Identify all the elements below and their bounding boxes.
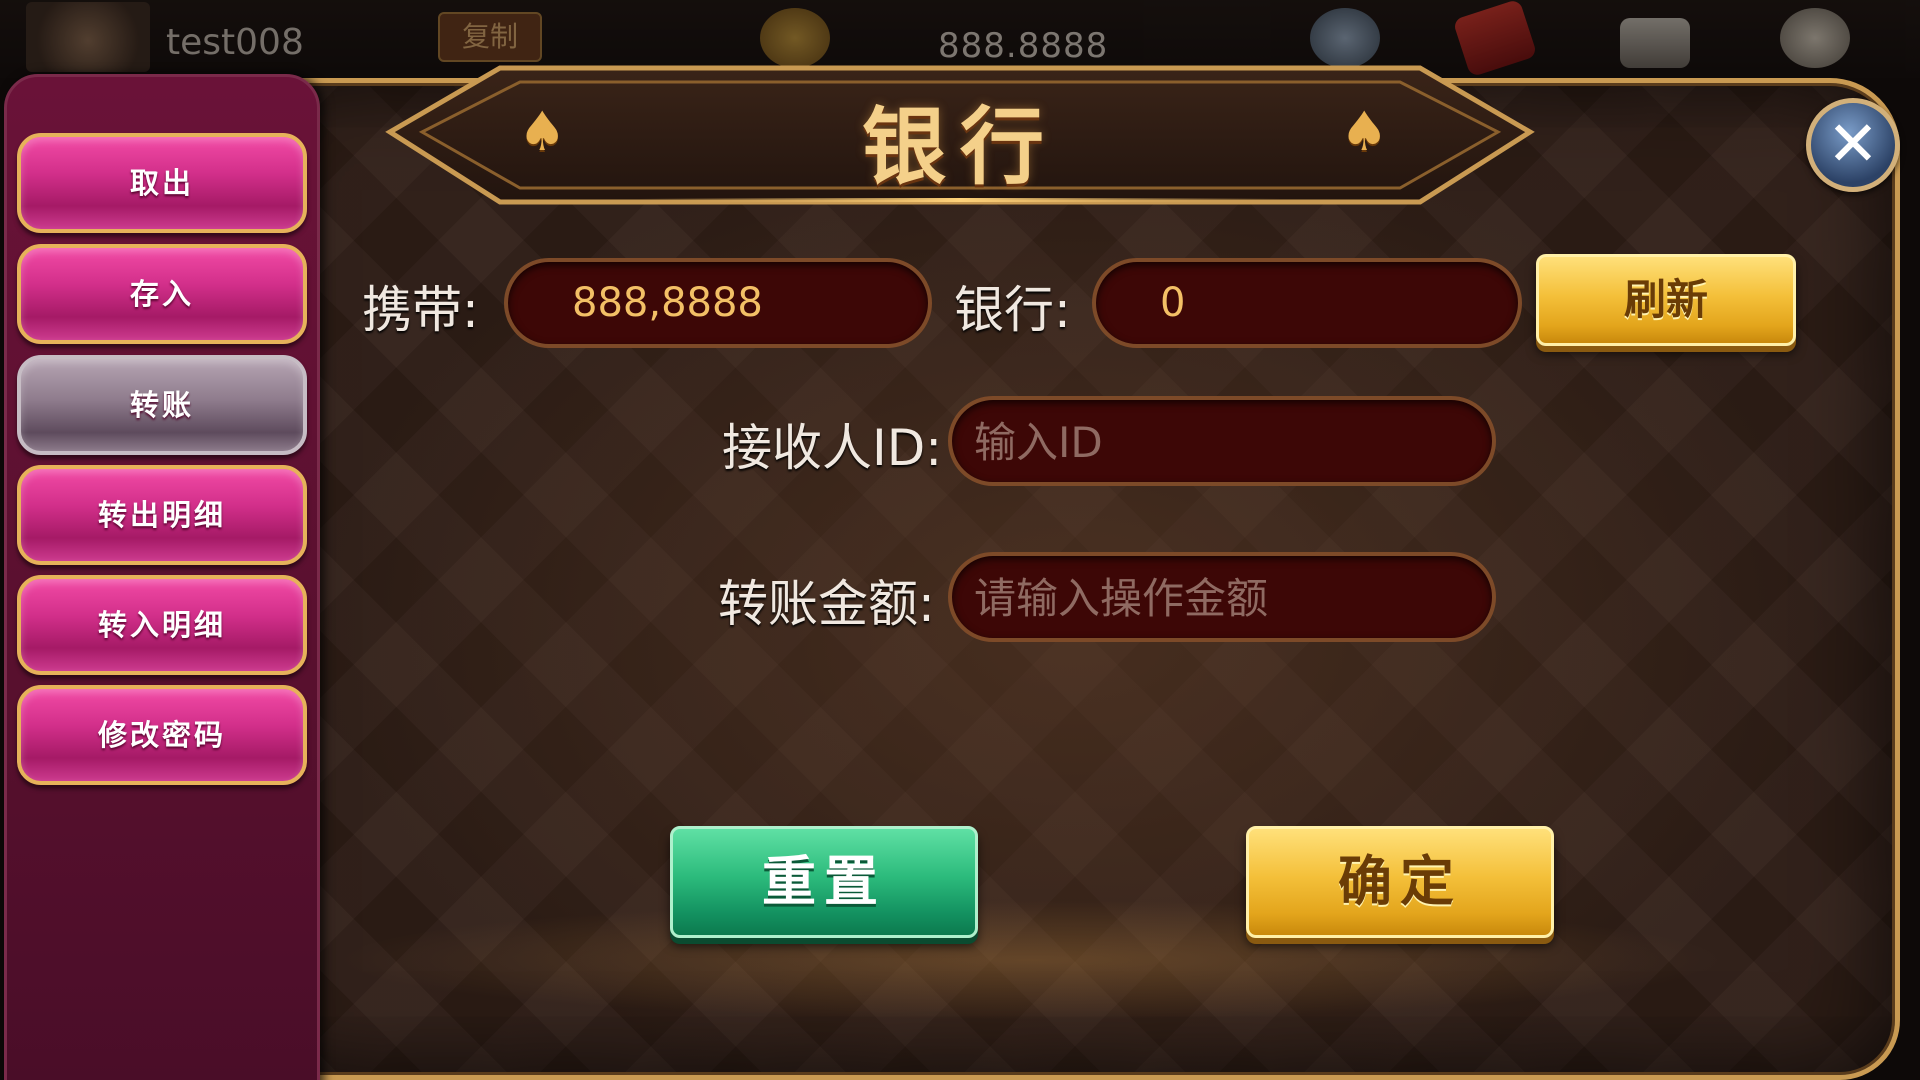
coin-icon xyxy=(760,8,830,68)
sidebar-item-incoming-details[interactable]: 转入明细 xyxy=(17,575,307,675)
bank-amount-field: 0 xyxy=(1092,258,1522,348)
bank-sidebar: 取出 存入 转账 转出明细 转入明细 修改密码 xyxy=(4,74,320,1080)
bank-amount-value: 0 xyxy=(1160,280,1186,326)
transfer-amount-input[interactable] xyxy=(972,556,1476,640)
sidebar-item-outgoing-details[interactable]: 转出明细 xyxy=(17,465,307,565)
reset-button[interactable]: 重置 xyxy=(670,826,978,938)
recipient-id-field xyxy=(948,396,1496,486)
sidebar-item-deposit[interactable]: 存入 xyxy=(17,244,307,344)
ranking-icon xyxy=(1620,18,1690,68)
refresh-button[interactable]: 刷新 xyxy=(1536,254,1796,346)
yuan-icon xyxy=(1780,8,1850,68)
spade-icon: ♠ xyxy=(518,100,567,163)
carry-label: 携带: xyxy=(362,281,479,339)
carry-amount-value: 888,8888 xyxy=(572,280,763,326)
bank-dialog-screen: test008 复制 888.8888 ♠ ♠ 银行 ✕ 取出 存入 转账 转出… xyxy=(0,0,1920,1080)
carry-amount-field: 888,8888 xyxy=(504,258,932,348)
copy-id-button: 复制 xyxy=(438,12,542,62)
transfer-amount-label: 转账金额: xyxy=(718,575,935,633)
spade-icon: ♠ xyxy=(1340,100,1389,163)
page-title: 银行 xyxy=(861,97,1058,196)
gold-balance: 888.8888 xyxy=(938,26,1109,66)
close-button[interactable]: ✕ xyxy=(1806,98,1900,192)
sidebar-item-withdraw[interactable]: 取出 xyxy=(17,133,307,233)
bank-label: 银行: xyxy=(954,281,1071,339)
sidebar-item-change-password[interactable]: 修改密码 xyxy=(17,685,307,785)
avatar xyxy=(26,2,150,72)
close-icon: ✕ xyxy=(1827,107,1879,180)
recipient-id-input[interactable] xyxy=(972,400,1476,484)
transfer-amount-field xyxy=(948,552,1496,642)
confirm-button[interactable]: 确定 xyxy=(1246,826,1554,938)
sidebar-item-transfer[interactable]: 转账 xyxy=(17,355,307,455)
slot-machine-icon xyxy=(1310,8,1380,68)
username-label: test008 xyxy=(166,22,304,63)
recipient-id-label: 接收人ID: xyxy=(722,419,943,477)
